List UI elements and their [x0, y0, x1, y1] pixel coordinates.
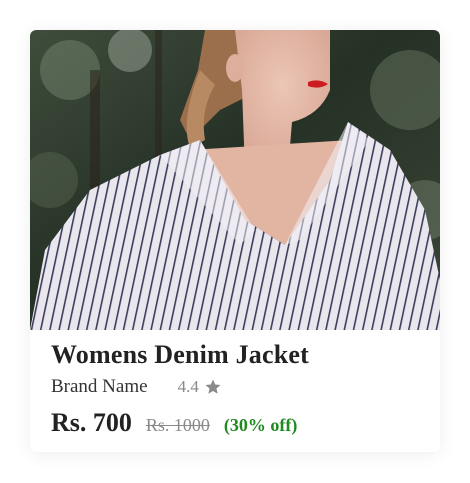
brand-name[interactable]: Brand Name	[51, 376, 148, 398]
original-price: Rs. 1000	[145, 415, 210, 435]
product-card[interactable]: Womens Denim Jacket Brand Name 4.4 Rs. 7…	[30, 30, 440, 452]
rating: 4.4	[178, 377, 222, 397]
star-icon	[204, 378, 222, 396]
product-image[interactable]	[30, 30, 440, 330]
product-info: Womens Denim Jacket Brand Name 4.4 Rs. 7…	[51, 338, 430, 438]
discount-badge: (30% off)	[223, 415, 298, 435]
price: Rs. 700	[51, 408, 132, 437]
price-row: Rs. 700 Rs. 1000 (30% off)	[51, 408, 430, 438]
rating-value: 4.4	[177, 377, 199, 396]
product-title[interactable]: Womens Denim Jacket	[51, 338, 430, 372]
product-meta: Brand Name 4.4	[51, 374, 430, 400]
